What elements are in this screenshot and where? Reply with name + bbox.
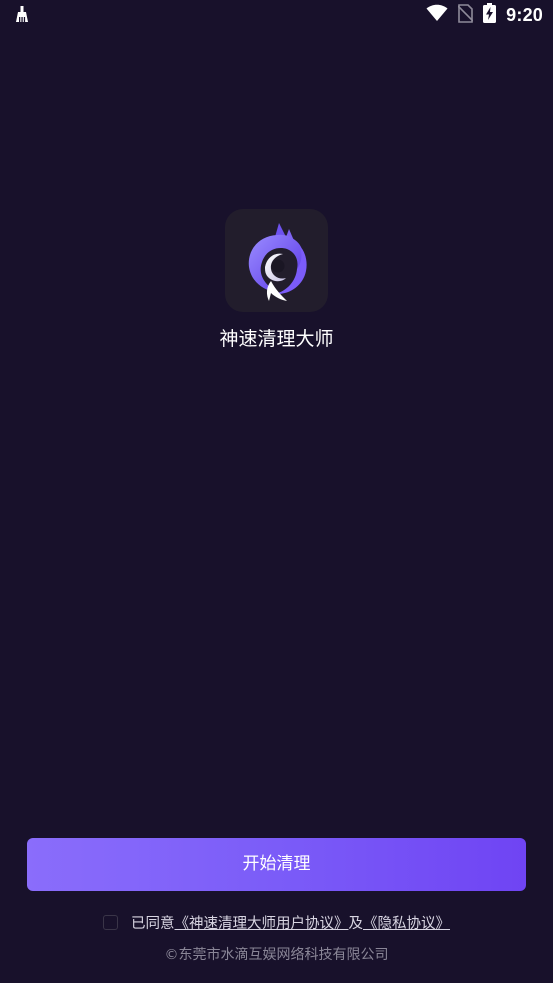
wifi-icon (426, 4, 448, 26)
status-bar: 9:20 (0, 0, 553, 30)
start-cleaning-button[interactable]: 开始清理 (27, 838, 526, 891)
no-sim-icon (457, 3, 474, 27)
app-logo (225, 209, 328, 312)
splash-screen: 9:20 神速清理大师 开始清理 已同意 《神速清理大师用户协议》 及 《隐私协… (0, 0, 553, 983)
agreement-row: 已同意 《神速清理大师用户协议》 及 《隐私协议》 (0, 910, 553, 934)
copyright-text: ©东莞市水滴互娱网络科技有限公司 (164, 947, 389, 963)
fox-swirl-logo-icon (248, 223, 307, 301)
agreement-prefix: 已同意 (131, 915, 175, 932)
battery-charging-icon (483, 3, 497, 27)
user-agreement-link[interactable]: 《神速清理大师用户协议》 (175, 912, 349, 933)
status-icons: 9:20 (426, 3, 543, 27)
app-name: 神速清理大师 (219, 328, 334, 350)
status-time: 9:20 (506, 4, 543, 25)
cleaner-broom-icon (14, 6, 30, 24)
agreement-connector: 及 (348, 915, 364, 932)
privacy-policy-link[interactable]: 《隐私协议》 (363, 912, 450, 933)
agreement-checkbox[interactable] (103, 914, 118, 930)
